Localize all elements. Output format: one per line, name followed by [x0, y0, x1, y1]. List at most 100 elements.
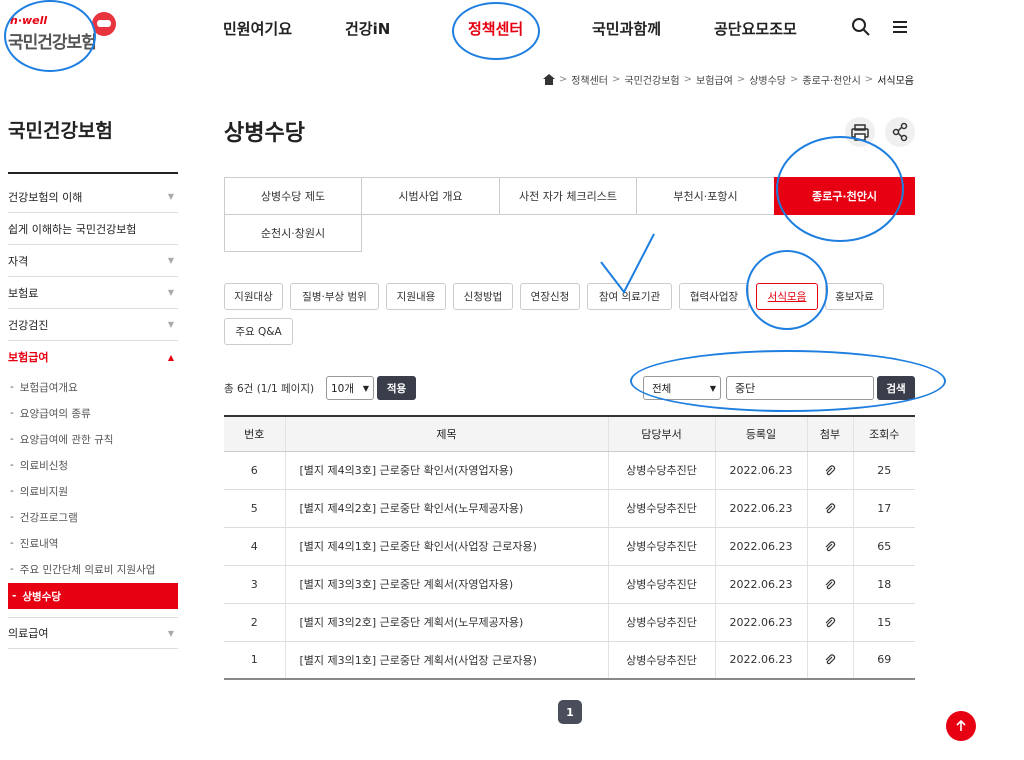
search-button[interactable]: 검색: [877, 376, 915, 400]
sidebar-item-eligibility[interactable]: 자격 ▼: [8, 245, 178, 277]
table-row: 3 [별지 제3의3호] 근로중단 계획서(자영업자용) 상병수당추진단 2022.0…: [224, 565, 915, 604]
sidebar-subitem[interactable]: - 진료내역: [10, 530, 178, 556]
print-button[interactable]: [845, 117, 875, 147]
table-row: 2 [별지 제3의2호] 근로중단 계획서(노무제공자용) 상병수당추진단 2022.…: [224, 603, 915, 642]
total-count: 총 6건 (1/1 페이지): [224, 383, 315, 395]
chevron-down-icon: ▼: [167, 320, 174, 329]
chevron-down-icon: ▼: [167, 256, 174, 265]
sidebar-subitem[interactable]: - 보험급여개요: [10, 374, 178, 400]
chevron-down-icon: ▼: [709, 383, 716, 393]
chip-disease-scope[interactable]: 질병·부상 범위: [290, 283, 379, 310]
search-input[interactable]: 중단: [726, 376, 874, 400]
attachment-cell[interactable]: [806, 489, 853, 528]
sidebar-subitem[interactable]: - 의료비신청: [10, 452, 178, 478]
paperclip-icon[interactable]: [824, 540, 836, 553]
paperclip-icon[interactable]: [824, 578, 836, 591]
chip-promo[interactable]: 홍보자료: [825, 283, 884, 310]
tab-self-checklist[interactable]: 사전 자가 체크리스트: [499, 177, 637, 215]
nav-item-policy-center[interactable]: 정책센터: [468, 18, 523, 40]
sidebar-item-insurance-intro[interactable]: 건강보험의 이해 ▼: [8, 181, 178, 213]
attachment-cell[interactable]: [806, 603, 853, 642]
chip-partner-workplace[interactable]: 협력사업장: [679, 283, 749, 310]
search-icon[interactable]: [851, 17, 871, 37]
tab-bucheon-pohang[interactable]: 부천시·포항시: [636, 177, 775, 215]
chip-target[interactable]: 지원대상: [224, 283, 283, 310]
nav-item-health-in[interactable]: 건강iN: [345, 18, 390, 40]
annotation-checkmark: [600, 233, 655, 294]
sidebar-subitem[interactable]: - 건강프로그램: [10, 504, 178, 530]
site-logo[interactable]: h·well 국민건강보험: [8, 12, 118, 62]
row-title-link[interactable]: [별지 제3의2호] 근로중단 계획서(노무제공자용): [284, 603, 608, 642]
breadcrumb: > 정책센터 > 국민건강보험 > 보험급여 > 상병수당 > 종로구·천안시 > 서식모음: [542, 72, 914, 87]
apply-button[interactable]: 적용: [377, 376, 416, 400]
sidebar-item-easy-guide[interactable]: 쉽게 이해하는 국민건강보험: [8, 213, 178, 245]
row-dept: 상병수당추진단: [607, 641, 715, 680]
row-views: 17: [852, 489, 915, 528]
per-page-select[interactable]: 10개 ▼: [326, 376, 374, 400]
attachment-cell[interactable]: [806, 451, 853, 490]
attachment-cell[interactable]: [806, 641, 853, 680]
row-dept: 상병수당추진단: [607, 565, 715, 604]
chip-extension[interactable]: 연장신청: [520, 283, 580, 310]
row-title-link[interactable]: [별지 제3의3호] 근로중단 계획서(자영업자용): [284, 565, 608, 604]
scroll-top-button[interactable]: [946, 711, 976, 741]
breadcrumb-item[interactable]: 정책센터: [571, 72, 608, 87]
row-date: 2022.06.23: [714, 527, 807, 566]
sidebar-subitem-active[interactable]: - 상병수당: [8, 583, 178, 609]
row-title-link[interactable]: [별지 제4의1호] 근로중단 확인서(사업장 근로자용): [284, 527, 608, 566]
row-title-link[interactable]: [별지 제4의2호] 근로중단 확인서(노무제공자용): [284, 489, 608, 528]
column-header: 등록일: [714, 415, 807, 452]
menu-icon[interactable]: [890, 17, 910, 37]
row-dept: 상병수당추진단: [607, 489, 715, 528]
sidebar-item-checkup[interactable]: 건강검진 ▼: [8, 309, 178, 341]
row-dept: 상병수당추진단: [607, 451, 715, 490]
breadcrumb-item[interactable]: 종로구·천안시: [802, 72, 860, 87]
attachment-cell[interactable]: [806, 565, 853, 604]
tab-suncheon-changwon[interactable]: 순천시·창원시: [224, 214, 362, 252]
search-scope-select[interactable]: 전체 ▼: [643, 376, 721, 400]
nav-item-minwon[interactable]: 민원여기요: [223, 18, 292, 40]
nav-item-about-nhis[interactable]: 공단요모조모: [714, 18, 797, 40]
paperclip-icon[interactable]: [824, 654, 836, 666]
breadcrumb-item[interactable]: 보험급여: [696, 72, 733, 87]
pagination-current[interactable]: 1: [558, 700, 582, 724]
row-date: 2022.06.23: [714, 603, 807, 642]
row-date: 2022.06.23: [714, 641, 807, 680]
chevron-up-icon: ▲: [167, 352, 174, 362]
row-views: 15: [852, 603, 915, 642]
paperclip-icon[interactable]: [824, 502, 836, 515]
breadcrumb-item[interactable]: 국민건강보험: [624, 72, 679, 87]
row-title-link[interactable]: [별지 제4의3호] 근로중단 확인서(자영업자용): [284, 451, 608, 490]
sidebar-subitem[interactable]: - 주요 민간단체 의료비 지원사업: [10, 556, 178, 582]
breadcrumb-item[interactable]: 상병수당: [749, 72, 786, 87]
sidebar-subitem[interactable]: - 요양급여의 종류: [10, 400, 178, 426]
chip-apply-method[interactable]: 신청방법: [453, 283, 513, 310]
sidebar-item-benefits[interactable]: 보험급여 ▲: [8, 341, 178, 373]
nav-item-with-people[interactable]: 국민과함께: [592, 18, 661, 40]
row-number: 4: [224, 527, 285, 566]
paperclip-icon[interactable]: [824, 616, 836, 629]
row-views: 65: [852, 527, 915, 566]
chip-forms[interactable]: 서식모음: [756, 283, 818, 310]
sidebar-subitem[interactable]: - 의료비지원: [10, 478, 178, 504]
attachment-cell[interactable]: [806, 527, 853, 566]
tab-jongno-cheonan[interactable]: 종로구·천안시: [774, 177, 915, 215]
chip-qna[interactable]: 주요 Q&A: [224, 318, 293, 345]
tab-pilot-overview[interactable]: 시범사업 개요: [361, 177, 500, 215]
share-button[interactable]: [885, 117, 915, 147]
print-icon: [851, 124, 869, 141]
chip-support-content[interactable]: 지원내용: [386, 283, 446, 310]
column-header: 조회수: [852, 415, 915, 452]
row-dept: 상병수당추진단: [607, 527, 715, 566]
sidebar-subitem[interactable]: - 요양급여에 관한 규칙: [10, 426, 178, 452]
row-date: 2022.06.23: [714, 489, 807, 528]
paperclip-icon[interactable]: [824, 464, 836, 477]
sidebar-item-premium[interactable]: 보험료 ▼: [8, 277, 178, 309]
tab-system[interactable]: 상병수당 제도: [224, 177, 362, 215]
sidebar-divider: [8, 172, 178, 174]
table-row: 5 [별지 제4의2호] 근로중단 확인서(노무제공자용) 상병수당추진단 2022.…: [224, 489, 915, 528]
row-date: 2022.06.23: [714, 451, 807, 490]
sidebar-item-medical-aid[interactable]: 의료급여 ▼: [8, 617, 178, 649]
home-icon[interactable]: [542, 74, 555, 85]
row-title-link[interactable]: [별지 제3의1호] 근로중단 계획서(사업장 근로자용): [284, 641, 608, 680]
